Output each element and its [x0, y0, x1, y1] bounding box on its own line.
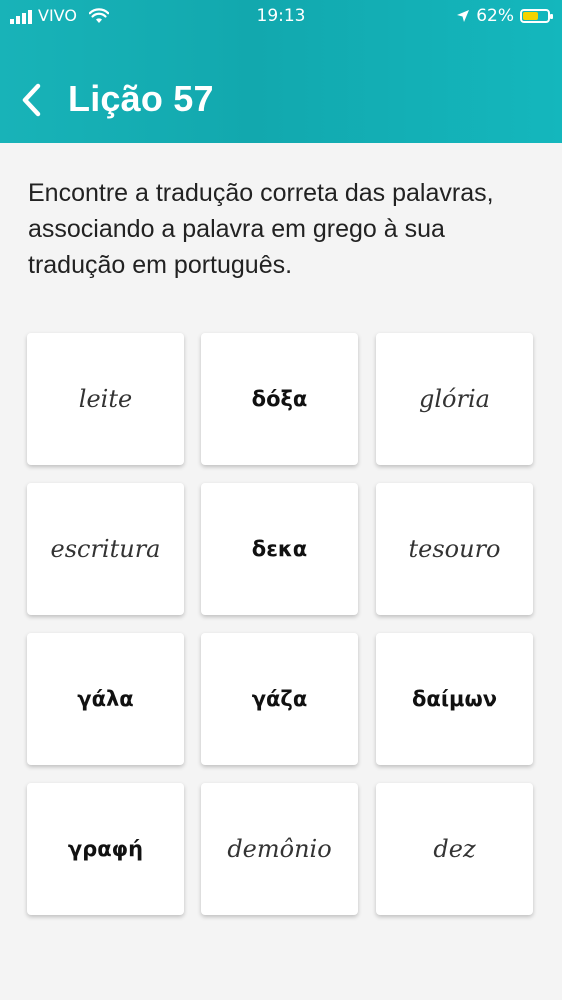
battery-fill	[523, 12, 538, 20]
battery-percent: 62%	[476, 6, 514, 26]
status-bar: VIVO 19:13 62%	[0, 0, 562, 34]
battery-icon	[520, 9, 553, 23]
word-card[interactable]: γάζα	[201, 633, 358, 765]
word-card[interactable]: glória	[376, 333, 533, 465]
word-card-label: γάλα	[77, 687, 134, 711]
word-card-label: δαίμων	[411, 687, 498, 711]
chevron-left-icon[interactable]	[18, 80, 44, 120]
word-card-label: δεκα	[251, 537, 308, 561]
word-card-label: γραφή	[67, 837, 144, 861]
word-card-label: glória	[419, 385, 490, 413]
word-card-label: γάζα	[251, 687, 308, 711]
word-card[interactable]: γραφή	[27, 783, 184, 915]
word-card[interactable]: escritura	[27, 483, 184, 615]
instruction-text: Encontre a tradução correta das palavras…	[28, 179, 494, 279]
word-card[interactable]: δαίμων	[376, 633, 533, 765]
word-card[interactable]: tesouro	[376, 483, 533, 615]
word-card-label: leite	[78, 385, 133, 413]
status-right: 62%	[456, 6, 553, 26]
word-card[interactable]: demônio	[201, 783, 358, 915]
word-card[interactable]: γάλα	[27, 633, 184, 765]
word-card-label: δόξα	[251, 387, 308, 411]
word-card-label: escritura	[50, 535, 161, 563]
word-card[interactable]: dez	[376, 783, 533, 915]
word-card-label: demônio	[227, 835, 332, 863]
word-card[interactable]: leite	[27, 333, 184, 465]
location-arrow-icon	[457, 10, 470, 22]
word-card[interactable]: δόξα	[201, 333, 358, 465]
word-card[interactable]: δεκα	[201, 483, 358, 615]
app-header: VIVO 19:13 62% Lição 57	[0, 0, 562, 143]
word-card-label: tesouro	[408, 535, 501, 563]
word-card-label: dez	[433, 835, 476, 863]
page-title: Lição 57	[68, 78, 214, 119]
nav-bar: Lição 57	[0, 70, 562, 130]
